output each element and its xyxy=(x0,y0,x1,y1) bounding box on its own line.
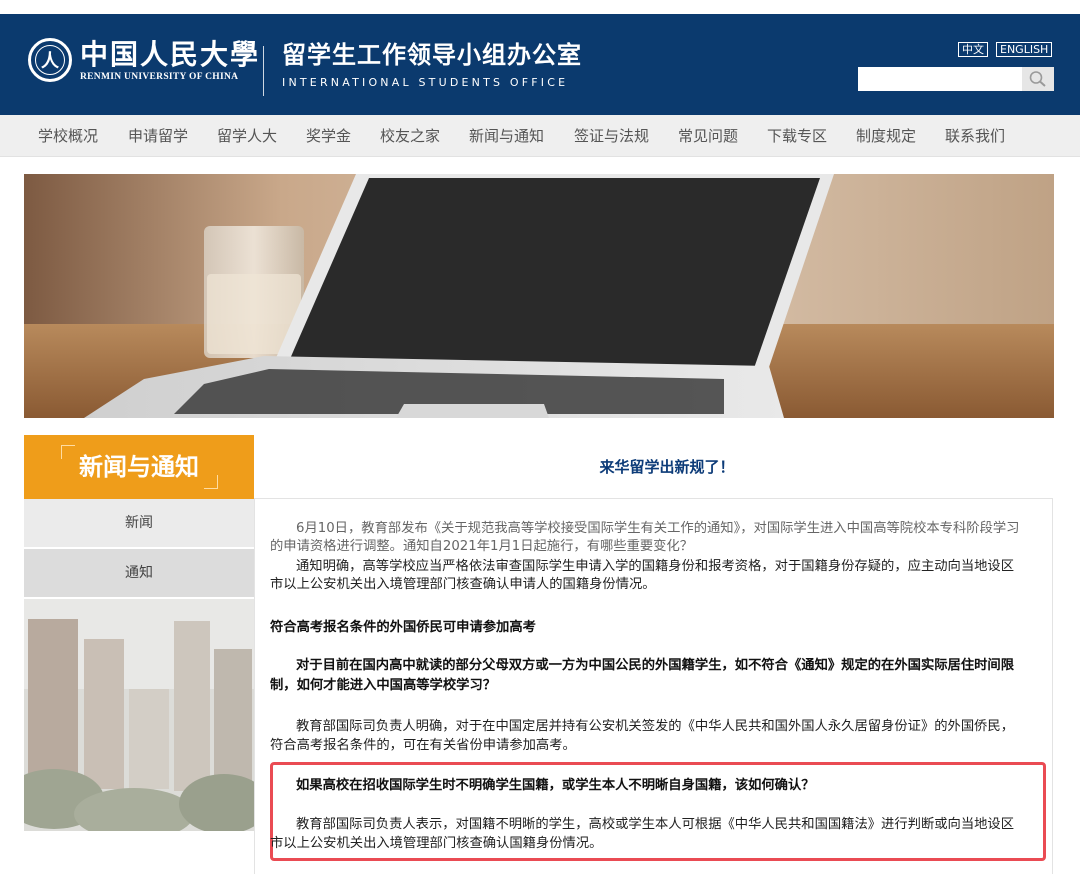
school-name: 中国人民大學 RENMIN UNIVERSITY OF CHINA xyxy=(80,38,260,82)
search-icon xyxy=(1029,71,1046,87)
sidebar-item-news[interactable]: 新闻 xyxy=(24,499,254,547)
nav-item-downloads[interactable]: 下载专区 xyxy=(767,115,827,157)
school-name-en: RENMIN UNIVERSITY OF CHINA xyxy=(80,72,239,82)
article-answer-2: 教育部国际司负责人表示，对国籍不明晰的学生，高校或学生本人可根据《中华人民共和国… xyxy=(270,817,1015,851)
office-title-en: INTERNATIONAL STUDENTS OFFICE xyxy=(282,76,569,89)
nav-item-faq[interactable]: 常见问题 xyxy=(678,115,738,157)
main-nav: 学校概况 申请留学 留学人大 奖学金 校友之家 新闻与通知 签证与法规 常见问题… xyxy=(0,115,1080,157)
article-divider xyxy=(254,498,1052,499)
site-header: 人 中国人民大學 RENMIN UNIVERSITY OF CHINA 留学生工… xyxy=(0,14,1080,115)
sidebar-campus-image xyxy=(24,599,254,831)
article-paragraph-1: 6月10日，教育部发布《关于规范我高等学校接受国际学生有关工作的通知》，对国际学… xyxy=(270,521,1020,554)
nav-item-apply[interactable]: 申请留学 xyxy=(128,115,188,157)
nav-item-study-at-ruc[interactable]: 留学人大 xyxy=(217,115,277,157)
search-input[interactable] xyxy=(858,67,1022,91)
nav-item-news[interactable]: 新闻与通知 xyxy=(469,115,544,157)
nav-item-scholarship[interactable]: 奖学金 xyxy=(306,115,351,157)
nav-item-alumni[interactable]: 校友之家 xyxy=(380,115,440,157)
university-seal-icon: 人 xyxy=(28,38,72,82)
search-button[interactable] xyxy=(1022,67,1054,91)
article-subheading: 符合高考报名条件的外国侨民可申请参加高考 xyxy=(270,620,536,635)
university-logo[interactable]: 人 中国人民大學 RENMIN UNIVERSITY OF CHINA xyxy=(28,38,260,82)
nav-item-visa[interactable]: 签证与法规 xyxy=(574,115,649,157)
article-answer-1: 教育部国际司负责人明确，对于在中国定居并持有公安机关签发的《中华人民共和国外国人… xyxy=(270,719,1015,753)
article-question-1: 对于目前在国内高中就读的部分父母双方或一方为中国公民的外国籍学生，如不符合《通知… xyxy=(270,658,1015,693)
article-border-right xyxy=(1052,498,1053,874)
lang-chinese-link[interactable]: 中文 xyxy=(958,42,988,57)
banner-laptop-image xyxy=(24,174,1054,418)
article-title: 来华留学出新规了！ xyxy=(599,458,735,476)
search-box xyxy=(858,67,1054,91)
article-question-2: 如果高校在招收国际学生时不明确学生国籍，或学生本人不明晰自身国籍，该如何确认？ xyxy=(296,778,815,793)
school-name-cn: 中国人民大學 xyxy=(80,38,261,71)
office-title-cn: 留学生工作领导小组办公室 xyxy=(282,41,582,69)
nav-item-overview[interactable]: 学校概况 xyxy=(38,115,98,157)
nav-item-regulations[interactable]: 制度规定 xyxy=(856,115,916,157)
sidebar-title-box: 新闻与通知 xyxy=(24,435,254,499)
lang-english-link[interactable]: ENGLISH xyxy=(996,42,1053,57)
header-divider xyxy=(263,46,264,96)
article-paragraph-2: 通知明确，高等学校应当严格依法审查国际学生申请入学的国籍身份和报考资格，对于国籍… xyxy=(270,559,1015,592)
sidebar-title: 新闻与通知 xyxy=(79,453,199,481)
office-title: 留学生工作领导小组办公室 INTERNATIONAL STUDENTS OFFI… xyxy=(282,40,582,89)
nav-item-contact[interactable]: 联系我们 xyxy=(945,115,1005,157)
article-border-left xyxy=(254,498,255,874)
sidebar-item-notice[interactable]: 通知 xyxy=(24,549,254,597)
